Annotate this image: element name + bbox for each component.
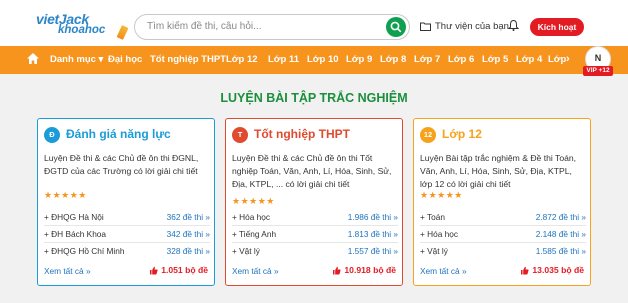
list-item[interactable]: + Tiếng Anh 1.813 đề thi » <box>232 226 398 243</box>
item-label: + ĐHQG Hà Nội <box>44 212 104 222</box>
card-description: Luyện Đề thi & các Chủ đề ôn thi ĐGNL, Đ… <box>44 153 199 176</box>
card-dgnl[interactable]: Đ Đánh giá năng lực Luyện Đề thi & các C… <box>37 118 215 286</box>
item-count-link[interactable]: 342 đề thi » <box>167 229 210 239</box>
nav-item-grade-11[interactable]: Lớp 11 <box>268 54 299 65</box>
nav-item-grade-12[interactable]: Lớp 12 <box>226 54 258 65</box>
card-title[interactable]: Tốt nghiệp THPT <box>254 127 350 141</box>
list-item[interactable]: + Vật lý 1.557 đề thi » <box>232 243 398 260</box>
nav-next-arrow-icon[interactable]: › <box>566 53 570 65</box>
item-label: + Tiếng Anh <box>232 229 277 239</box>
star-rating: ★★★★★ <box>44 190 87 200</box>
card-badge: T <box>232 127 248 143</box>
nav-item-grade-9[interactable]: Lớp 9 <box>346 54 372 65</box>
pencil-icon <box>116 25 129 40</box>
bell-icon[interactable] <box>508 19 519 32</box>
set-count-text: 10.918 bộ đề <box>344 265 396 275</box>
library-link[interactable]: Thư viện của bạn <box>420 21 509 32</box>
item-count-link[interactable]: 328 đề thi » <box>167 246 210 256</box>
item-count-link[interactable]: 1.813 đề thi » <box>348 229 398 239</box>
top-header: vietJack khoahoc Tìm kiếm đề thi, câu hỏ… <box>0 0 628 50</box>
folder-icon <box>420 22 431 31</box>
home-icon[interactable] <box>26 52 40 65</box>
thumbs-up-icon <box>150 266 158 274</box>
card-badge: Đ <box>44 127 60 143</box>
main-nav: Danh mục ▾ Đại học Tốt nghiệp THPT Lớp 1… <box>0 46 628 74</box>
nav-item-grade-10[interactable]: Lớp 10 <box>307 54 339 65</box>
item-count-link[interactable]: 1.557 đề thi » <box>348 246 398 256</box>
item-count-link[interactable]: 1.585 đề thi » <box>536 246 586 256</box>
search-placeholder: Tìm kiếm đề thi, câu hỏi... <box>147 21 262 32</box>
card-description: Luyện Đề thi & các Chủ đề ôn thi Tốt ngh… <box>232 153 392 189</box>
item-count-link[interactable]: 1.986 đề thi » <box>348 212 398 222</box>
search-input[interactable]: Tìm kiếm đề thi, câu hỏi... <box>134 14 410 40</box>
list-item[interactable]: + Vật lý 1.585 đề thi » <box>420 243 586 260</box>
logo-bottom-text: khoahoc <box>58 24 106 36</box>
nav-item-grade-more[interactable]: Lớp <box>548 54 566 65</box>
item-label: + ĐH Bách Khoa <box>44 229 107 239</box>
list-item[interactable]: + Hóa học 2.148 đề thi » <box>420 226 586 243</box>
thumbs-up-icon <box>333 266 341 274</box>
list-item[interactable]: + Toán 2.872 đề thi » <box>420 209 586 226</box>
see-all-link[interactable]: Xem tất cả » <box>44 266 91 276</box>
nav-item-grade-5[interactable]: Lớp 5 <box>482 54 508 65</box>
item-count-link[interactable]: 362 đề thi » <box>167 212 210 222</box>
list-item[interactable]: + ĐHQG Hồ Chí Minh 328 đề thi » <box>44 243 210 260</box>
card-description: Luyện Bài tập trắc nghiệm & Đề thi Toán,… <box>420 153 577 189</box>
item-label: + ĐHQG Hồ Chí Minh <box>44 246 125 256</box>
item-count-link[interactable]: 2.148 đề thi » <box>536 229 586 239</box>
item-label: + Toán <box>420 212 445 222</box>
library-label: Thư viện của bạn <box>435 21 509 32</box>
nav-item-grade-8[interactable]: Lớp 8 <box>380 54 406 65</box>
nav-item-grade-7[interactable]: Lớp 7 <box>414 54 440 65</box>
card-title[interactable]: Lớp 12 <box>442 127 482 141</box>
search-icon <box>390 21 402 33</box>
list-item[interactable]: + ĐH Bách Khoa 342 đề thi » <box>44 226 210 243</box>
nav-item-categories[interactable]: Danh mục ▾ <box>50 54 103 65</box>
card-badge: 12 <box>420 127 436 143</box>
nav-item-grade-4[interactable]: Lớp 4 <box>516 54 542 65</box>
item-count-link[interactable]: 2.872 đề thi » <box>536 212 586 222</box>
nav-item-university[interactable]: Đại học <box>108 54 142 65</box>
thumbs-up-icon <box>521 266 529 274</box>
list-item[interactable]: + Hóa học 1.986 đề thi » <box>232 209 398 226</box>
item-label: + Vật lý <box>420 246 448 256</box>
card-title[interactable]: Đánh giá năng lực <box>66 127 171 141</box>
list-item[interactable]: + ĐHQG Hà Nội 362 đề thi » <box>44 209 210 226</box>
card-grade-12[interactable]: 12 Lớp 12 Luyện Bài tập trắc nghiệm & Đề… <box>413 118 591 286</box>
see-all-link[interactable]: Xem tất cả » <box>232 266 279 276</box>
item-label: + Hóa học <box>420 229 459 239</box>
star-rating: ★★★★★ <box>232 196 275 206</box>
set-count-text: 1.051 bộ đề <box>161 265 208 275</box>
section-title: LUYỆN BÀI TẬP TRẮC NGHIỆM <box>220 91 408 105</box>
card-thpt[interactable]: T Tốt nghiệp THPT Luyện Đề thi & các Chủ… <box>225 118 403 286</box>
nav-item-thpt[interactable]: Tốt nghiệp THPT <box>150 54 226 65</box>
activate-vip-button[interactable]: Kích hoạt VIP <box>530 18 584 50</box>
set-count: 1.051 bộ đề <box>149 265 208 275</box>
set-count-text: 13.035 bộ đề <box>532 265 584 275</box>
star-rating: ★★★★★ <box>420 190 463 200</box>
item-label: + Hóa học <box>232 212 271 222</box>
vip-badge: VIP +12 <box>583 66 613 76</box>
set-count: 13.035 bộ đề <box>520 265 584 275</box>
see-all-link[interactable]: Xem tất cả » <box>420 266 467 276</box>
item-label: + Vật lý <box>232 246 260 256</box>
nav-item-grade-6[interactable]: Lớp 6 <box>448 54 474 65</box>
set-count: 10.918 bộ đề <box>332 265 396 275</box>
site-logo[interactable]: vietJack khoahoc <box>36 12 129 40</box>
search-button[interactable] <box>386 17 406 37</box>
